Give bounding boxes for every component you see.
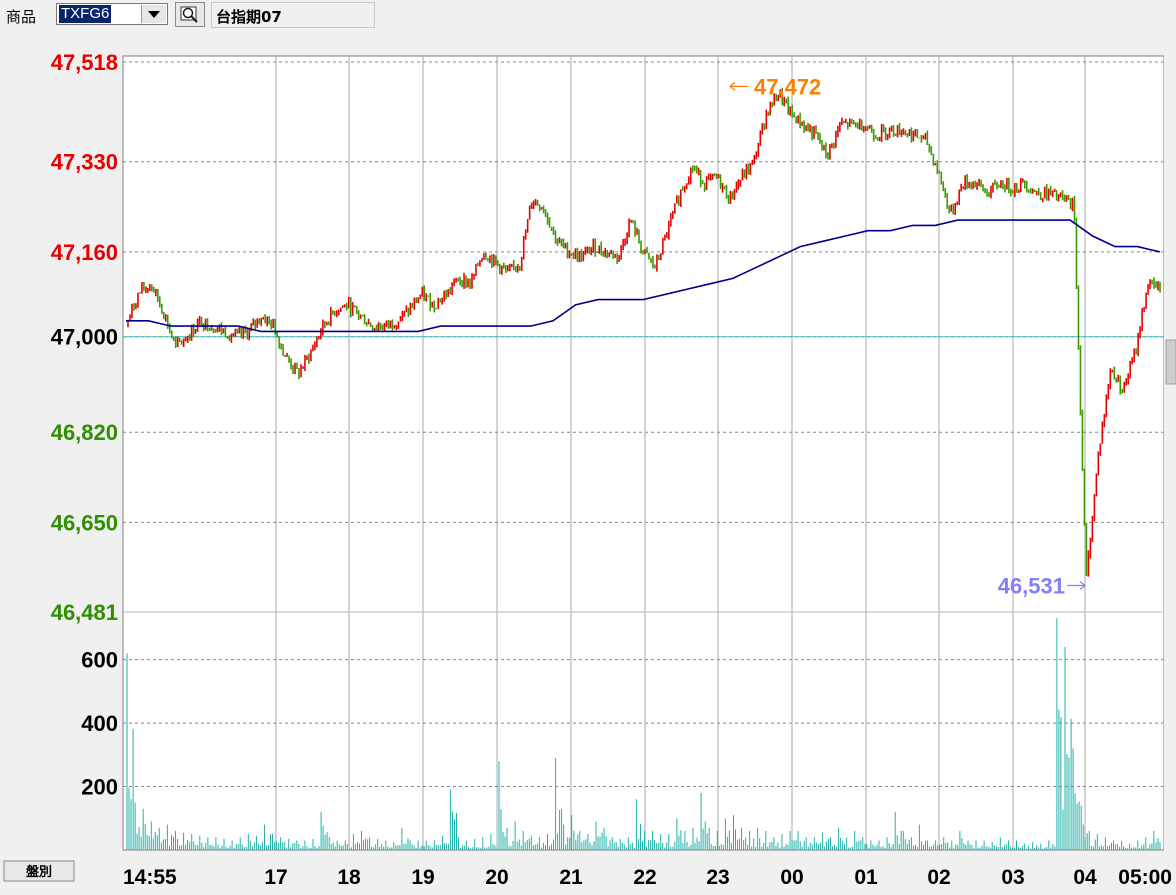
scrollbar[interactable] <box>1164 30 1176 890</box>
vol-y-tick-label: 200 <box>81 775 118 800</box>
chart: 47,472 46,531 14:55 17 18 19 20 21 22 23 00 01 02 03… <box>3 30 1176 890</box>
x-tick-label: 03 <box>1001 866 1024 889</box>
scrollbar-thumb[interactable] <box>1165 339 1176 385</box>
x-tick-label: 02 <box>927 866 950 889</box>
x-tick-label: 04 <box>1073 866 1097 889</box>
x-tick-label: 18 <box>337 866 361 889</box>
vol-y-tick-label: 400 <box>81 711 118 736</box>
y-tick-label: 47,330 <box>51 150 118 175</box>
plot-area <box>122 55 1165 851</box>
x-tick-label: 17 <box>264 866 287 889</box>
x-tick-label: 19 <box>411 866 434 889</box>
y-tick-label: 47,000 <box>51 325 118 350</box>
high-label: 47,472 <box>754 74 821 99</box>
y-tick-label: 46,481 <box>51 600 118 625</box>
vol-y-tick-label: 600 <box>81 648 118 673</box>
low-label: 46,531 <box>998 573 1065 598</box>
x-tick-label: 01 <box>854 866 878 889</box>
session-button[interactable]: 盤別 <box>3 860 75 882</box>
x-tick-label: 20 <box>485 866 508 889</box>
x-tick-label: 05:00 <box>1118 866 1172 889</box>
x-tick-label: 21 <box>559 866 583 889</box>
y-tick-label: 47,518 <box>51 50 118 75</box>
x-tick-label: 22 <box>633 866 656 889</box>
y-tick-label: 47,160 <box>51 240 118 265</box>
session-button-label: 盤別 <box>25 864 52 880</box>
x-tick-label: 14:55 <box>123 866 177 889</box>
x-tick-label: 00 <box>780 866 803 889</box>
x-tick-label: 23 <box>706 866 729 889</box>
y-tick-label: 46,650 <box>51 510 118 535</box>
y-tick-label: 46,820 <box>51 420 118 445</box>
